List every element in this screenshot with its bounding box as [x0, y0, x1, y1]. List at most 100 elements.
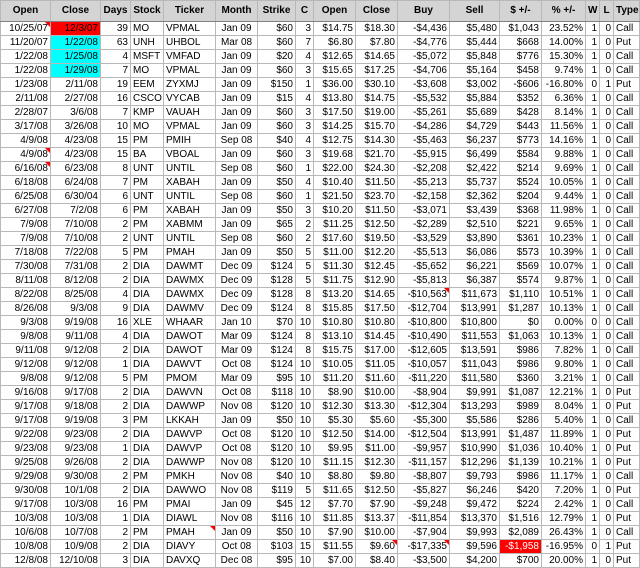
cell-contracts[interactable]: 3 [295, 119, 314, 134]
cell-type[interactable]: Put [613, 483, 640, 498]
cell-sell[interactable]: $11,553 [449, 329, 500, 344]
cell-month[interactable]: Jan 09 [215, 413, 258, 428]
cell-dollar-change[interactable]: $989 [499, 399, 542, 414]
cell-losses[interactable]: 0 [599, 63, 614, 78]
cell-wins[interactable]: 1 [585, 189, 600, 204]
cell-open-date[interactable]: 10/25/07 [0, 21, 51, 36]
cell-stock[interactable]: DIA [130, 287, 164, 302]
cell-type[interactable]: Call [613, 287, 640, 302]
cell-sell[interactable]: $6,237 [449, 133, 500, 148]
cell-stock[interactable]: MO [130, 21, 164, 36]
cell-losses[interactable]: 0 [599, 203, 614, 218]
cell-contracts[interactable]: 10 [295, 427, 314, 442]
cell-close-price[interactable]: $19.50 [355, 231, 398, 246]
cell-sell[interactable]: $5,884 [449, 91, 500, 106]
cell-percent-change[interactable]: 10.40% [541, 441, 586, 456]
cell-percent-change[interactable]: 23.52% [541, 21, 586, 36]
cell-strike[interactable]: $124 [257, 343, 296, 358]
cell-buy[interactable]: -$5,213 [397, 175, 450, 190]
cell-close-price[interactable]: $23.70 [355, 189, 398, 204]
cell-percent-change[interactable]: 7.20% [541, 483, 586, 498]
cell-wins[interactable]: 1 [585, 231, 600, 246]
cell-sell[interactable]: $5,689 [449, 105, 500, 120]
cell-month[interactable]: Nov 08 [215, 399, 258, 414]
cell-close-price[interactable]: $7.80 [355, 35, 398, 50]
cell-sell[interactable]: $9,793 [449, 469, 500, 484]
cell-ticker[interactable]: LKKAH [163, 413, 216, 428]
cell-dollar-change[interactable]: $1,110 [499, 287, 542, 302]
column-header-contracts[interactable]: C [295, 0, 314, 22]
cell-open-price[interactable]: $10.40 [313, 175, 356, 190]
cell-dollar-change[interactable]: $443 [499, 119, 542, 134]
cell-days[interactable]: 2 [100, 343, 131, 358]
cell-wins[interactable]: 1 [585, 21, 600, 36]
cell-sell[interactable]: $6,246 [449, 483, 500, 498]
cell-ticker[interactable]: DAWVT [163, 357, 216, 372]
cell-percent-change[interactable]: 12.21% [541, 385, 586, 400]
cell-open-price[interactable]: $7.00 [313, 553, 356, 568]
cell-strike[interactable]: $124 [257, 329, 296, 344]
cell-percent-change[interactable]: 15.30% [541, 49, 586, 64]
cell-close-price[interactable]: $11.60 [355, 371, 398, 386]
cell-open-price[interactable]: $11.30 [313, 259, 356, 274]
cell-stock[interactable]: DIA [130, 343, 164, 358]
cell-open-price[interactable]: $21.50 [313, 189, 356, 204]
cell-contracts[interactable]: 8 [295, 343, 314, 358]
cell-type[interactable]: Call [613, 413, 640, 428]
cell-close-date[interactable]: 7/10/08 [50, 217, 101, 232]
cell-losses[interactable]: 0 [599, 343, 614, 358]
cell-buy[interactable]: -$10,563 [397, 287, 450, 302]
cell-stock[interactable]: XLE [130, 315, 164, 330]
cell-dollar-change[interactable]: $574 [499, 273, 542, 288]
cell-losses[interactable]: 0 [599, 147, 614, 162]
cell-open-price[interactable]: $15.65 [313, 63, 356, 78]
cell-sell[interactable]: $3,890 [449, 231, 500, 246]
cell-stock[interactable]: PM [130, 133, 164, 148]
cell-dollar-change[interactable]: $214 [499, 161, 542, 176]
cell-strike[interactable]: $70 [257, 315, 296, 330]
cell-losses[interactable]: 0 [599, 497, 614, 512]
cell-losses[interactable]: 0 [599, 469, 614, 484]
cell-type[interactable]: Call [613, 525, 640, 540]
cell-dollar-change[interactable]: $1,487 [499, 427, 542, 442]
cell-close-price[interactable]: $14.65 [355, 49, 398, 64]
cell-percent-change[interactable]: 3.21% [541, 371, 586, 386]
cell-type[interactable]: Call [613, 119, 640, 134]
cell-stock[interactable]: DIA [130, 301, 164, 316]
cell-open-price[interactable]: $11.25 [313, 217, 356, 232]
cell-sell[interactable]: $5,444 [449, 35, 500, 50]
cell-type[interactable]: Call [613, 217, 640, 232]
cell-month[interactable]: Nov 08 [215, 469, 258, 484]
cell-days[interactable]: 16 [100, 315, 131, 330]
cell-strike[interactable]: $50 [257, 525, 296, 540]
cell-close-date[interactable]: 9/11/08 [50, 329, 101, 344]
cell-open-price[interactable]: $17.60 [313, 231, 356, 246]
cell-stock[interactable]: UNT [130, 189, 164, 204]
cell-month[interactable]: Oct 08 [215, 441, 258, 456]
cell-type[interactable]: Call [613, 21, 640, 36]
cell-losses[interactable]: 0 [599, 385, 614, 400]
cell-losses[interactable]: 0 [599, 413, 614, 428]
cell-stock[interactable]: PM [130, 203, 164, 218]
cell-sell[interactable]: $5,586 [449, 413, 500, 428]
cell-month[interactable]: Jan 09 [215, 525, 258, 540]
cell-days[interactable]: 5 [100, 245, 131, 260]
cell-contracts[interactable]: 4 [295, 91, 314, 106]
column-header-strike[interactable]: Strike [257, 0, 296, 22]
cell-type[interactable]: Call [613, 259, 640, 274]
cell-dollar-change[interactable]: $986 [499, 343, 542, 358]
cell-ticker[interactable]: DAVXQ [163, 553, 216, 568]
cell-contracts[interactable]: 12 [295, 497, 314, 512]
cell-losses[interactable]: 0 [599, 455, 614, 470]
cell-losses[interactable]: 0 [599, 105, 614, 120]
cell-month[interactable]: Jan 09 [215, 77, 258, 92]
cell-strike[interactable]: $60 [257, 21, 296, 36]
cell-percent-change[interactable]: 11.98% [541, 203, 586, 218]
cell-close-date[interactable]: 6/24/08 [50, 175, 101, 190]
cell-sell[interactable]: $9,991 [449, 385, 500, 400]
cell-days[interactable]: 6 [100, 189, 131, 204]
cell-days[interactable]: 1 [100, 511, 131, 526]
cell-percent-change[interactable]: 10.51% [541, 287, 586, 302]
cell-buy[interactable]: -$12,304 [397, 399, 450, 414]
cell-wins[interactable]: 1 [585, 511, 600, 526]
